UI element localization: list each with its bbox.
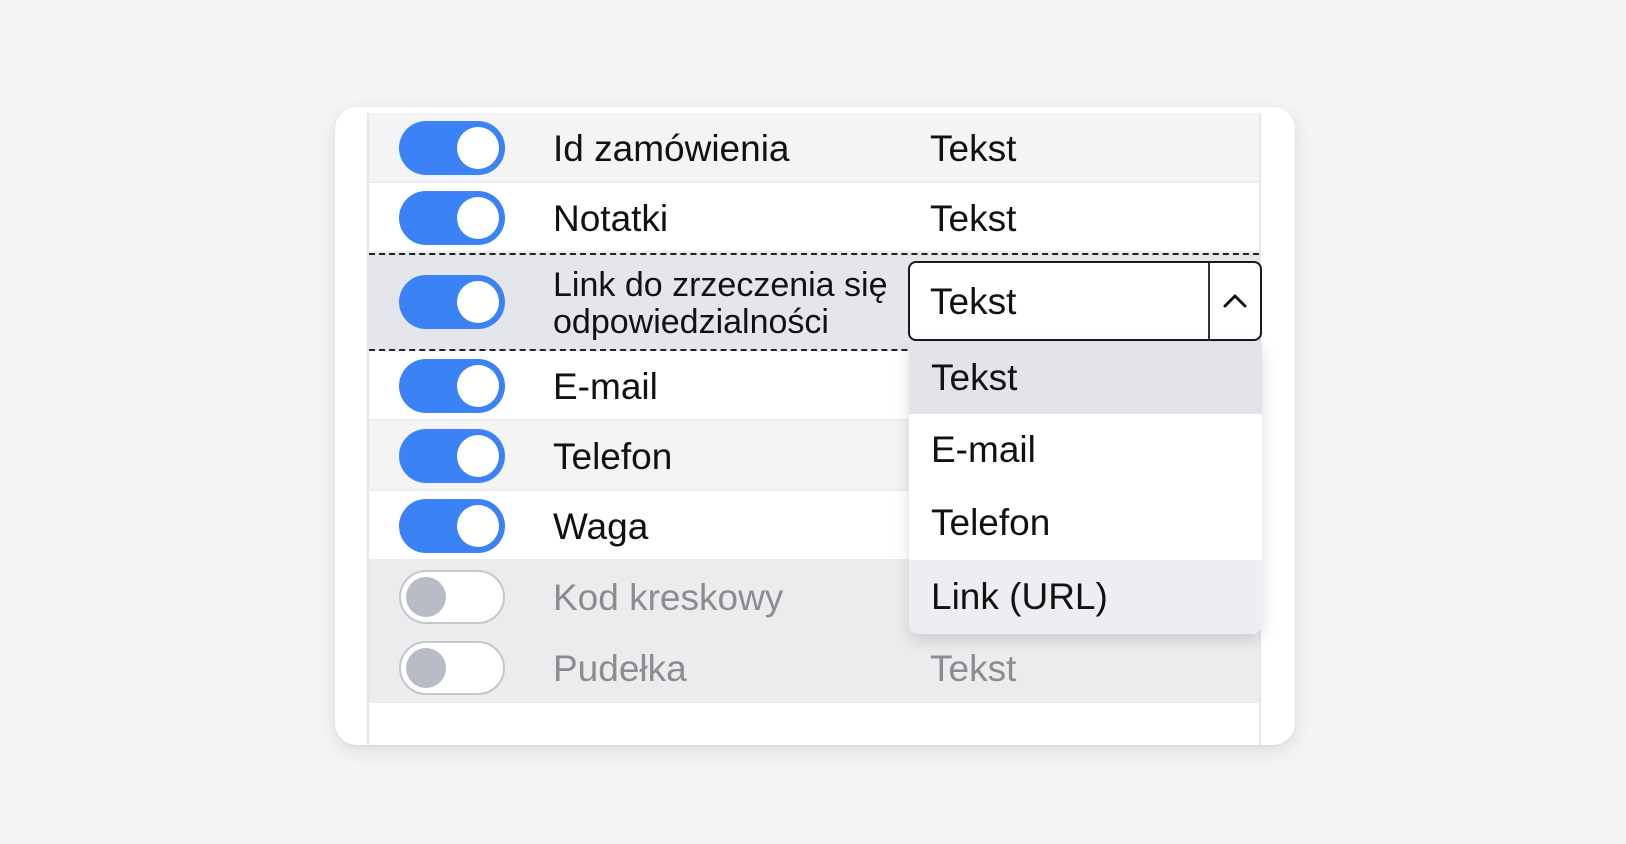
field-label: Id zamówienia (553, 128, 790, 169)
field-row-notes[interactable]: Notatki Tekst (369, 183, 1259, 253)
field-toggle[interactable] (399, 499, 505, 553)
toggle-knob (457, 365, 499, 407)
field-toggle[interactable] (399, 275, 505, 329)
field-label: Kod kreskowy (553, 577, 784, 618)
field-label: Waga (553, 506, 649, 547)
field-toggle[interactable] (399, 641, 505, 695)
option-text[interactable]: Tekst (909, 342, 1262, 414)
field-type-select[interactable]: Tekst (908, 261, 1262, 341)
chevron-up-icon[interactable] (1210, 263, 1260, 339)
field-type-dropdown: Tekst E-mail Telefon Link (URL) (909, 342, 1262, 634)
option-email[interactable]: E-mail (909, 414, 1262, 486)
toggle-knob (457, 505, 499, 547)
toggle-knob (457, 127, 499, 169)
field-type[interactable]: Tekst (930, 128, 1016, 170)
field-toggle[interactable] (399, 191, 505, 245)
toggle-knob (406, 648, 446, 688)
field-label: E-mail (553, 366, 658, 407)
field-type[interactable]: Tekst (930, 648, 1016, 690)
toggle-knob (457, 435, 499, 477)
field-label: Notatki (553, 198, 669, 239)
toggle-knob (457, 281, 499, 323)
field-toggle[interactable] (399, 570, 505, 624)
option-link-url[interactable]: Link (URL) (909, 560, 1262, 634)
toggle-knob (406, 577, 446, 617)
field-row-boxes[interactable]: Pudełka Tekst (369, 633, 1259, 703)
select-value: Tekst (930, 281, 1017, 322)
field-toggle[interactable] (399, 121, 505, 175)
field-toggle[interactable] (399, 429, 505, 483)
field-type[interactable]: Tekst (930, 198, 1016, 240)
field-label: Link do zrzeczenia się odpowiedzialności (553, 266, 888, 341)
option-phone[interactable]: Telefon (909, 486, 1262, 560)
field-label: Telefon (553, 436, 673, 477)
field-toggle[interactable] (399, 359, 505, 413)
field-row-order-id[interactable]: Id zamówienia Tekst (369, 113, 1259, 183)
field-label: Pudełka (553, 648, 687, 689)
toggle-knob (457, 197, 499, 239)
